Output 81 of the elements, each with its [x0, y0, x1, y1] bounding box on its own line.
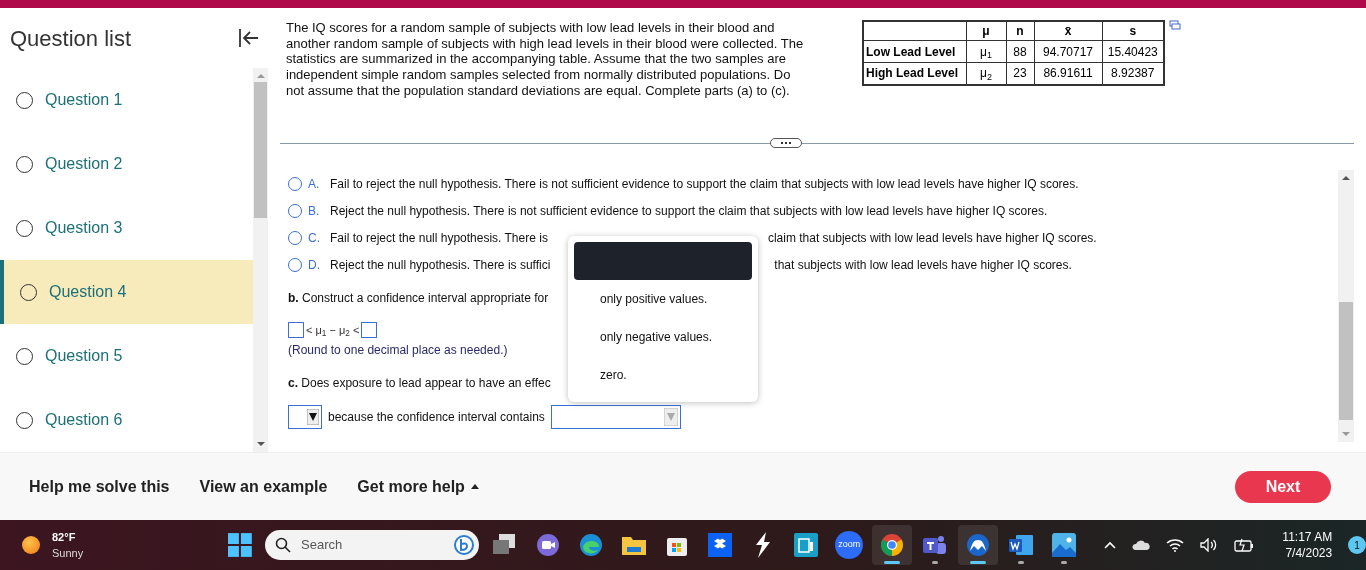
option-letter: B.: [308, 202, 321, 220]
video-camera-icon: [536, 533, 561, 557]
option-text: Fail to reject the null hypothesis. There is not sufficient evidence to support the claim that subjects with low lead levels have higher IQ scores.: [330, 175, 1079, 193]
question-item[interactable]: Question 6: [0, 388, 253, 452]
cloud-icon[interactable]: [1132, 540, 1151, 550]
folder-icon: [621, 534, 648, 556]
windows-logo-icon[interactable]: [228, 533, 253, 557]
table-cell: 88: [1006, 40, 1034, 63]
caret-icon: [663, 407, 678, 426]
popout-icon[interactable]: [1169, 20, 1181, 30]
table-cell: 94.70717: [1034, 40, 1102, 63]
radio-button[interactable]: [288, 203, 302, 218]
question-item[interactable]: Question 4: [0, 260, 253, 324]
column-header: x̄: [1034, 21, 1102, 41]
expand-handle[interactable]: [770, 138, 802, 148]
radio-button[interactable]: [288, 257, 302, 272]
taskbar-app[interactable]: zoom: [829, 525, 870, 565]
radio-button[interactable]: [288, 176, 302, 191]
radio-button[interactable]: [288, 230, 302, 245]
dropdown-option[interactable]: zero.: [574, 356, 752, 394]
part-c-prompt: c. Does exposure to lead appear to have an effec: [288, 374, 551, 392]
option-letter: C.: [308, 229, 321, 247]
search-field[interactable]: Search: [265, 530, 480, 560]
answer-box[interactable]: [361, 322, 378, 339]
weather-temperature: 82°F: [52, 530, 77, 545]
taskbar-app[interactable]: [958, 525, 999, 565]
option-letter: D.: [308, 256, 321, 274]
taskbar-app[interactable]: [872, 525, 913, 565]
caret-icon: [470, 484, 479, 489]
table-cell: μ$_{1}$: [966, 40, 1006, 63]
answer-prompt: because the confidence interval contains: [328, 408, 545, 426]
caret-icon: [307, 408, 319, 425]
option-letter: A.: [308, 175, 321, 193]
speaker-icon[interactable]: [1200, 538, 1219, 552]
wave-circle-icon: [579, 533, 604, 557]
question-item[interactable]: Question 2: [0, 132, 253, 196]
next-button[interactable]: Next: [1235, 470, 1331, 503]
help-link[interactable]: View an example: [199, 474, 328, 499]
chevron-up-icon[interactable]: [1104, 541, 1117, 549]
sidebar-title: Question list: [10, 24, 132, 53]
interval-expression: < μ$_{1}$ − μ$_{2}$ <: [306, 323, 360, 339]
rounding-note: (Round to one decimal place as needed.): [288, 341, 509, 359]
option-text: Reject the null hypothesis. There is suffici: [330, 256, 551, 274]
question-text: The IQ scores for a random sample of subjects with low lead levels in their blood and another random sample of subjects with high lead levels in their blood were collected. The statistics are summarized in the accompanying table. Assume that the two samples are independent simple random samples selected from normally distributed populations. Do not assume that the population standard deviations are equal. Complete parts (a) to (c).: [286, 20, 805, 99]
notification-badge[interactable]: 1: [1348, 536, 1366, 554]
question-item[interactable]: Question 1: [0, 68, 253, 132]
row-header: High Lead Level: [863, 62, 966, 85]
question-item[interactable]: Question 5: [0, 324, 253, 388]
option-text: Fail to reject the null hypothesis. There is: [330, 229, 548, 247]
box-icon: [708, 533, 733, 557]
weather-condition: Sunny: [52, 546, 84, 561]
scrollbar[interactable]: [1338, 170, 1354, 442]
help-link[interactable]: Help me solve this: [29, 474, 170, 499]
part-b-prompt: b. Construct a confidence interval appropriate for: [288, 290, 549, 307]
question-item[interactable]: Question 3: [0, 196, 253, 260]
clock-date[interactable]: 7/4/2023: [1285, 545, 1333, 561]
dropdown-option[interactable]: only negative values.: [574, 318, 752, 356]
option-text: that subjects with low lead levels have higher IQ scores.: [774, 256, 1072, 274]
landscape-icon: [1052, 533, 1077, 557]
clock-time[interactable]: 11:17 AM: [1282, 529, 1333, 545]
video-app-icon: zoom: [835, 531, 864, 559]
row-header: Low Lead Level: [863, 40, 966, 63]
sun-icon: [22, 536, 40, 554]
dropdown[interactable]: [288, 404, 322, 429]
team-icon: [922, 533, 949, 557]
scrollbar[interactable]: [253, 68, 268, 452]
printer-icon: [794, 533, 819, 557]
answer-box[interactable]: [288, 322, 304, 339]
help-link[interactable]: Get more help: [357, 474, 479, 499]
browser-icon: [880, 533, 905, 557]
search-icon: [275, 537, 292, 553]
option-text: Reject the null hypothesis. There is not sufficient evidence to support the claim that subjects with low lead levels have higher IQ scores.: [330, 202, 1048, 220]
mountain-circle-icon: [966, 533, 991, 557]
document-icon: [1008, 533, 1035, 557]
collapse-icon[interactable]: [238, 28, 260, 48]
battery-icon[interactable]: [1234, 538, 1255, 552]
column-header: n: [1006, 21, 1034, 41]
wifi-icon[interactable]: [1166, 538, 1185, 552]
dropdown-option[interactable]: only positive values.: [574, 280, 752, 318]
option-text: claim that subjects with low lead levels have higher IQ scores.: [767, 229, 1097, 247]
column-header: μ: [966, 21, 1006, 41]
